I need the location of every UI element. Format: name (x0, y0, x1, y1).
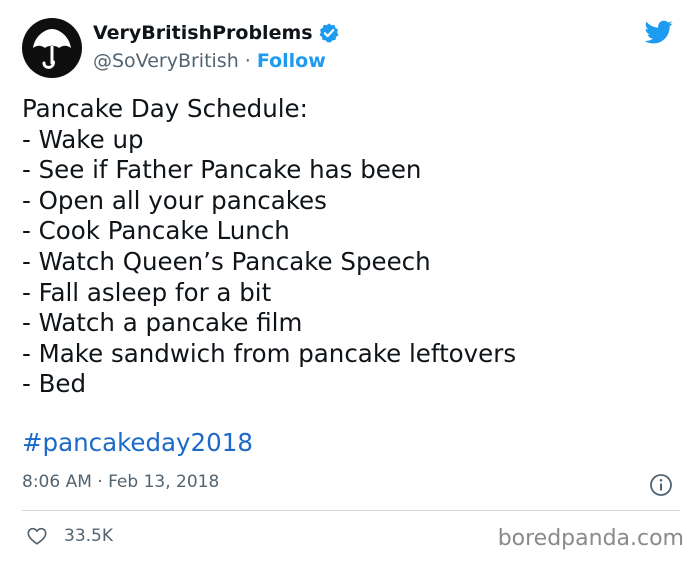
tweet-line: - Fall asleep for a bit (22, 277, 272, 307)
tweet-line: - See if Father Pancake has been (22, 155, 422, 185)
tweet-line: - Bed (22, 369, 87, 399)
author-handle[interactable]: @SoVeryBritish (93, 50, 239, 72)
handle-separator: · (244, 50, 251, 72)
verified-badge-icon (319, 23, 339, 43)
tweet-line: - Cook Pancake Lunch (22, 216, 290, 246)
like-button[interactable]: 33.5K (26, 525, 113, 547)
tweet-timestamp[interactable]: 8:06 AM · Feb 13, 2018 (22, 472, 219, 492)
tweet-line: Pancake Day Schedule: (22, 94, 308, 123)
divider (22, 510, 680, 511)
tweet-line: - Wake up (22, 124, 144, 154)
tweet-text: Pancake Day Schedule: - Wake up - See if… (22, 94, 516, 400)
umbrella-icon (33, 29, 71, 69)
like-count: 33.5K (64, 526, 113, 546)
avatar[interactable] (22, 18, 82, 78)
watermark: boredpanda.com (497, 526, 684, 551)
author-handle-row: @SoVeryBritish · Follow (93, 50, 326, 72)
heart-icon (27, 527, 47, 545)
tweet-line: - Make sandwich from pancake leftovers (22, 338, 517, 368)
follow-button[interactable]: Follow (257, 50, 326, 72)
tweet-line: - Open all your pancakes (22, 185, 327, 215)
author-display-name[interactable]: VeryBritishProblems (93, 22, 313, 44)
info-icon[interactable] (649, 473, 673, 497)
tweet-line: - Watch a pancake film (22, 308, 303, 338)
hashtag-link[interactable]: #pancakeday2018 (22, 428, 253, 457)
tweet-line: - Watch Queen’s Pancake Speech (22, 246, 431, 276)
author-name-row: VeryBritishProblems (93, 22, 340, 44)
twitter-bird-icon[interactable] (642, 18, 676, 46)
